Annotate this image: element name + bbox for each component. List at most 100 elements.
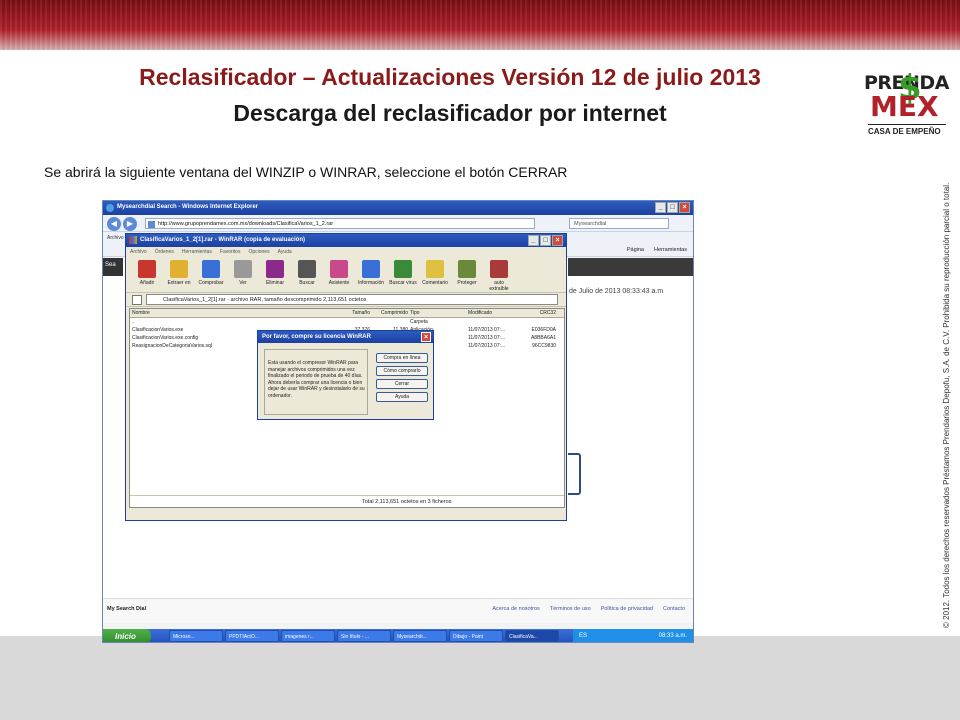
cell-crc: A8BBA6A1 (530, 335, 556, 341)
page-menu[interactable]: Página (627, 247, 644, 253)
winrar-title-bar: ClasificaVarios_1_2[1].rar - WinRAR (cop… (126, 234, 566, 247)
start-button[interactable]: Inicio (103, 629, 151, 642)
toolbar-button[interactable]: Proteger (452, 259, 482, 292)
close-button[interactable]: × (552, 235, 563, 246)
toolbar-icon (298, 260, 316, 278)
close-dialog-button[interactable]: Cerrar (376, 379, 428, 389)
page-box (568, 453, 581, 495)
col-size[interactable]: Tamaño (326, 309, 370, 317)
tools-menu[interactable]: Herramientas (654, 247, 687, 253)
minimize-button[interactable]: _ (655, 202, 666, 213)
toolbar-label: Comprobar (198, 280, 224, 286)
task-item[interactable]: PPDTIActO... (225, 630, 279, 642)
toolbar-button[interactable]: Añadir (132, 259, 162, 292)
cell-crc: 96CC9830 (532, 343, 556, 349)
task-item[interactable]: Sin título - ... (337, 630, 391, 642)
language-indicator[interactable]: ES (579, 633, 587, 639)
file-list-header: Nombre Tamaño Comprimido Tipo Modificado… (130, 309, 564, 318)
task-item[interactable]: imagenes r... (281, 630, 335, 642)
task-item[interactable]: ClasificaVa... (505, 630, 559, 642)
menu-ordenes[interactable]: Órdenes (155, 249, 174, 257)
dialog-close-icon[interactable]: × (421, 332, 431, 342)
toolbar-button[interactable]: Información (356, 259, 386, 292)
toolbar-label: Añadir (139, 280, 155, 286)
status-text: Total 2,113,651 octetos en 3 ficheros (362, 499, 452, 505)
table-row[interactable]: .. Carpeta (130, 318, 564, 326)
back-icon[interactable]: ◀ (107, 217, 121, 231)
search-input[interactable]: Mysearchdial (569, 218, 669, 229)
page-header-bar (568, 258, 693, 276)
toolbar-label: Eliminar (265, 280, 285, 286)
menu-opciones[interactable]: Opciones (248, 249, 269, 257)
ie-footer: My Search Dial Acerca de nosotros Términ… (103, 598, 693, 623)
menu-ayuda[interactable]: Ayuda (278, 249, 292, 257)
up-folder-icon[interactable] (132, 295, 142, 305)
slide-subtitle: Descarga del reclasificador por internet (233, 100, 667, 126)
toolbar-button[interactable]: auto extraíble (484, 259, 514, 292)
menu-archivo[interactable]: Archivo (130, 249, 147, 257)
close-button[interactable]: × (679, 202, 690, 213)
task-item[interactable]: Mysearchdi... (393, 630, 447, 642)
archive-path[interactable]: ClasificaVarios_1_2[1].rar - archivo RAR… (146, 294, 558, 305)
help-button[interactable]: Ayuda (376, 392, 428, 402)
footer-link-terms[interactable]: Términos de uso (550, 606, 591, 612)
cell-mod (466, 318, 516, 326)
cell-type: Carpeta (410, 319, 428, 325)
toolbar-icon (138, 260, 156, 278)
buy-online-button[interactable]: Compra en línea (376, 353, 428, 363)
col-type[interactable]: Tipo (408, 309, 466, 317)
menu-herramientas[interactable]: Herramientas (182, 249, 212, 257)
top-banner (0, 0, 960, 50)
toolbar-button[interactable]: Comprobar (196, 259, 226, 292)
toolbar-button[interactable]: Ver (228, 259, 258, 292)
maximize-button[interactable]: □ (667, 202, 678, 213)
toolbar-button[interactable]: Buscar virus (388, 259, 418, 292)
toolbar-icon (458, 260, 476, 278)
col-name[interactable]: Nombre (130, 309, 326, 317)
toolbar-button[interactable]: Comentario (420, 259, 450, 292)
winrar-icon (129, 236, 137, 244)
footer-link-privacy[interactable]: Política de privacidad (601, 606, 653, 612)
cell-crc: E036FD0A (531, 327, 556, 333)
instruction-text: Se abrirá la siguiente ventana del WINZI… (44, 164, 568, 180)
toolbar-label: Proteger (457, 280, 477, 286)
winrar-toolbar: Añadir Extraer en Comprobar Ver Eliminar Busc… (126, 257, 566, 293)
toolbar-label: Buscar (299, 280, 315, 286)
forward-icon[interactable]: ▶ (123, 217, 137, 231)
slide: Reclasificador – Actualizaciones Versión… (0, 0, 960, 720)
toolbar-label: Comentario (422, 280, 448, 286)
menu-favoritos[interactable]: Favoritos (220, 249, 241, 257)
cell-crc (516, 318, 556, 326)
winrar-status-bar: Total 2,113,651 octetos en 3 ficheros (130, 495, 564, 507)
maximize-button[interactable]: □ (540, 235, 551, 246)
toolbar-icon (170, 260, 188, 278)
task-item[interactable]: Dibujo - Paint (449, 630, 503, 642)
toolbar-button[interactable]: Buscar (292, 259, 322, 292)
toolbar-label: Extraer en (167, 280, 191, 286)
clock: 08:33 a.m. (658, 633, 687, 639)
system-tray: ES 08:33 a.m. (573, 629, 693, 642)
toolbar-button[interactable]: Asistente (324, 259, 354, 292)
minimize-button[interactable]: _ (528, 235, 539, 246)
col-compressed[interactable]: Comprimido (370, 309, 408, 317)
toolbar-button[interactable]: Extraer en (164, 259, 194, 292)
toolbar-button[interactable]: Eliminar (260, 259, 290, 292)
ie-address-bar: ◀ ▶ http://www.grupoprendamex.com.mx/dow… (103, 216, 693, 232)
dialog-message: Esta usando el compresor WinRAR para man… (264, 349, 368, 415)
toolbar-label: Ver (239, 280, 247, 286)
url-input[interactable]: http://www.grupoprendamex.com.mx/downloa… (145, 218, 535, 229)
col-crc[interactable]: CRC32 (516, 309, 556, 317)
ie-icon (106, 204, 114, 212)
task-item[interactable]: Microso... (169, 630, 223, 642)
page-date: de Julio de 2013 08:33:43 a.m (569, 288, 664, 295)
toolbar-label: Información (357, 280, 385, 286)
how-to-buy-button[interactable]: Cómo comprarlo (376, 366, 428, 376)
footer-link-about[interactable]: Acerca de nosotros (492, 606, 539, 612)
toolbar-icon (490, 260, 508, 278)
col-modified[interactable]: Modificado (466, 309, 516, 317)
taskbar: Inicio Microso... PPDTIActO... imagenes … (103, 629, 693, 642)
footer-link-contact[interactable]: Contacto (663, 606, 685, 612)
toolbar-icon (426, 260, 444, 278)
cell-comp (370, 318, 408, 326)
toolbar-icon (330, 260, 348, 278)
